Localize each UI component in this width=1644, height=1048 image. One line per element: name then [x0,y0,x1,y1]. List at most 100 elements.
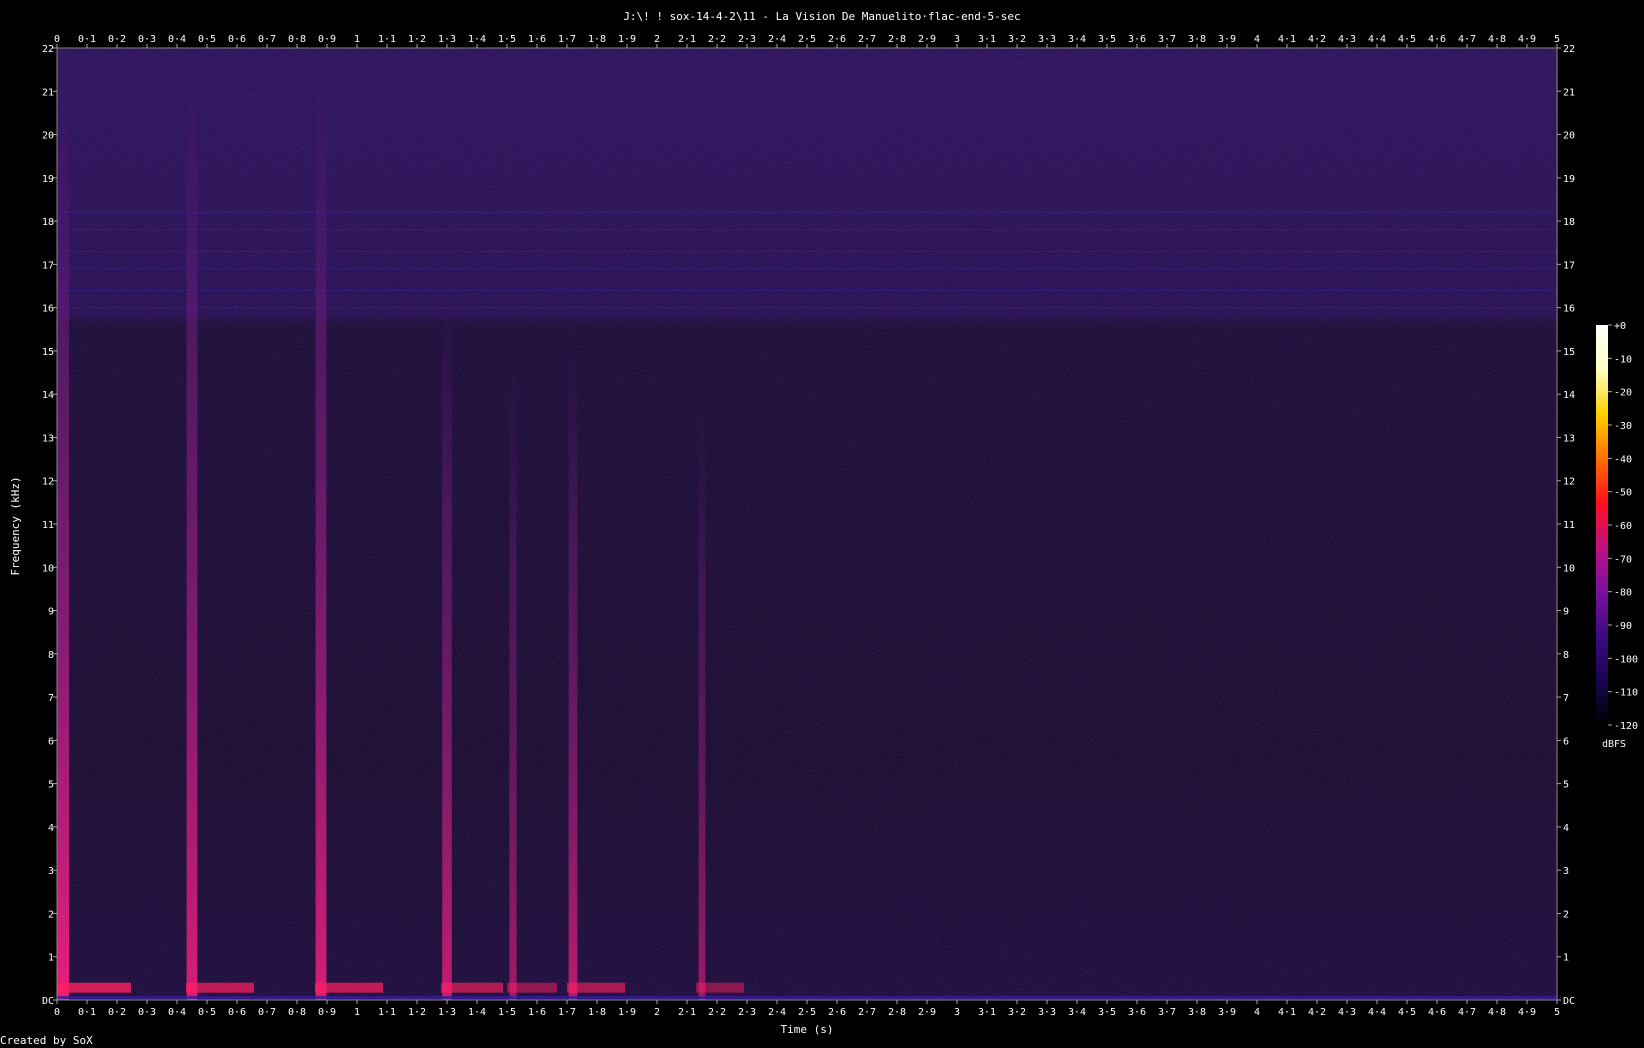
y-tick-label-left: 8 [48,650,54,661]
colorbar-tick-label: -30 [1614,421,1632,432]
x-tick-label-top: 3·4 [1068,34,1086,45]
x-tick-label-top: 0·5 [198,34,216,45]
x-tick-label-bottom: 0·5 [198,1007,216,1018]
x-tick-label-top: 2·7 [858,34,876,45]
colorbar-tick-label: -110 [1614,688,1638,699]
y-tick-label-left: 20 [42,131,54,142]
x-tick-label-bottom: 0·3 [138,1007,156,1018]
x-tick-label-top: 3·3 [1038,34,1056,45]
transient-streak [568,359,578,1001]
y-tick-label-right: 12 [1563,477,1575,488]
x-tick-label-top: 3·1 [978,34,996,45]
x-tick-label-bottom: 2·3 [738,1007,756,1018]
transient-streak [698,415,706,1000]
x-tick-label-top: 1·1 [378,34,396,45]
x-tick-label-top: 1·3 [438,34,456,45]
colorbar-tick-label: -50 [1614,488,1632,499]
x-tick-label-bottom: 4·4 [1368,1007,1386,1018]
x-tick-label-bottom: 2·2 [708,1007,726,1018]
x-tick-label-bottom: 3·3 [1038,1007,1056,1018]
y-tick-label-right: 13 [1563,433,1575,444]
x-tick-label-top: 0·3 [138,34,156,45]
x-tick-label-top: 1·6 [528,34,546,45]
y-tick-label-left: 5 [48,780,54,791]
x-tick-label-top: 1·7 [558,34,576,45]
x-tick-label-top: 0·2 [108,34,126,45]
x-tick-label-top: 3·6 [1128,34,1146,45]
x-tick-label-bottom: 3·6 [1128,1007,1146,1018]
x-tick-label-bottom: 1·1 [378,1007,396,1018]
x-tick-label-bottom: 0·7 [258,1007,276,1018]
y-tick-label-right: 7 [1563,693,1569,704]
colorbar-tick-label: -70 [1614,554,1632,565]
x-tick-label-top: 2·6 [828,34,846,45]
x-tick-label-top: 2·2 [708,34,726,45]
y-tick-label-right: 15 [1563,347,1575,358]
x-tick-label-top: 0·1 [78,34,96,45]
colorbar-tick-label: -60 [1614,521,1632,532]
x-tick-label-bottom: 2·7 [858,1007,876,1018]
x-tick-label-bottom: 2·1 [678,1007,696,1018]
x-tick-label-bottom: 3·4 [1068,1007,1086,1018]
y-tick-label-left: 18 [42,217,54,228]
colorbar-label: dBFS [1602,739,1626,750]
x-tick-label-bottom: 2·6 [828,1007,846,1018]
x-tick-label-bottom: 3·9 [1218,1007,1236,1018]
x-tick-label-top: 4·8 [1488,34,1506,45]
y-tick-label-left: DC [42,996,54,1007]
x-tick-label-bottom: 0·6 [228,1007,246,1018]
colorbar-tick-label: -20 [1614,388,1632,399]
y-tick-label-left: 15 [42,347,54,358]
colorbar-tick-label: -100 [1614,654,1638,665]
y-tick-label-left: 22 [42,44,54,55]
transient-low-energy [315,982,383,993]
x-tick-label-bottom: 2 [654,1007,660,1018]
y-tick-label-left: 7 [48,693,54,704]
y-ticks-right: DC12345678910111213141516171819202122 [1557,44,1575,1007]
transient-streak [509,372,517,1001]
x-tick-label-bottom: 5 [1554,1007,1560,1018]
y-ticks-left: DC12345678910111213141516171819202122 [42,44,57,1007]
x-tick-label-bottom: 4·6 [1428,1007,1446,1018]
x-tick-label-bottom: 2·5 [798,1007,816,1018]
x-tick-label-top: 3·2 [1008,34,1026,45]
x-tick-label-bottom: 4·3 [1338,1007,1356,1018]
y-tick-label-left: 13 [42,433,54,444]
plot-area [56,47,1558,1001]
x-tick-label-bottom: 0·9 [318,1007,336,1018]
x-tick-label-top: 0 [54,34,60,45]
x-ticks-bottom: 0 0·1 0·2 0·3 0·4 0·5 0·6 0·7 0·8 0·9 1 1·1 1·2 1·3 1·… [54,1000,1560,1018]
x-tick-label-bottom: 4 [1254,1007,1260,1018]
x-tick-label-bottom: 0·4 [168,1007,186,1018]
x-tick-label-top: 0·9 [318,34,336,45]
x-tick-label-bottom: 1·6 [528,1007,546,1018]
colorbar-tick-label: -10 [1614,354,1632,365]
x-tick-label-top: 1·8 [588,34,606,45]
x-tick-label-top: 4 [1254,34,1260,45]
x-tick-label-top: 4·3 [1338,34,1356,45]
y-tick-label-left: 14 [42,390,54,401]
x-tick-label-bottom: 2·9 [918,1007,936,1018]
transient-low-energy [441,982,503,993]
x-tick-label-top: 3 [954,34,960,45]
transient-low-energy [507,982,557,993]
x-tick-label-top: 4·7 [1458,34,1476,45]
x-tick-label-bottom: 3·8 [1188,1007,1206,1018]
y-tick-label-right: 20 [1563,131,1575,142]
x-tick-label-bottom: 2·4 [768,1007,786,1018]
transient-streak [315,69,327,1001]
y-tick-label-left: 12 [42,477,54,488]
x-tick-label-top: 3·7 [1158,34,1176,45]
x-tick-label-bottom: 1·7 [558,1007,576,1018]
dc-line [57,996,1557,999]
y-tick-label-right: 8 [1563,650,1569,661]
chart-title: J:\! ! sox-14-4-2\11 - La Vision De Manu… [623,10,1020,23]
x-tick-label-top: 4·4 [1368,34,1386,45]
footer-credit: Created by SoX [0,1034,93,1047]
x-tick-label-top: 1·9 [618,34,636,45]
x-tick-label-top: 1·4 [468,34,486,45]
plot-noise [57,48,1557,1000]
colorbar-tick-label: -80 [1614,588,1632,599]
y-tick-label-left: 11 [42,520,54,531]
colorbar-gradient [1596,325,1608,725]
